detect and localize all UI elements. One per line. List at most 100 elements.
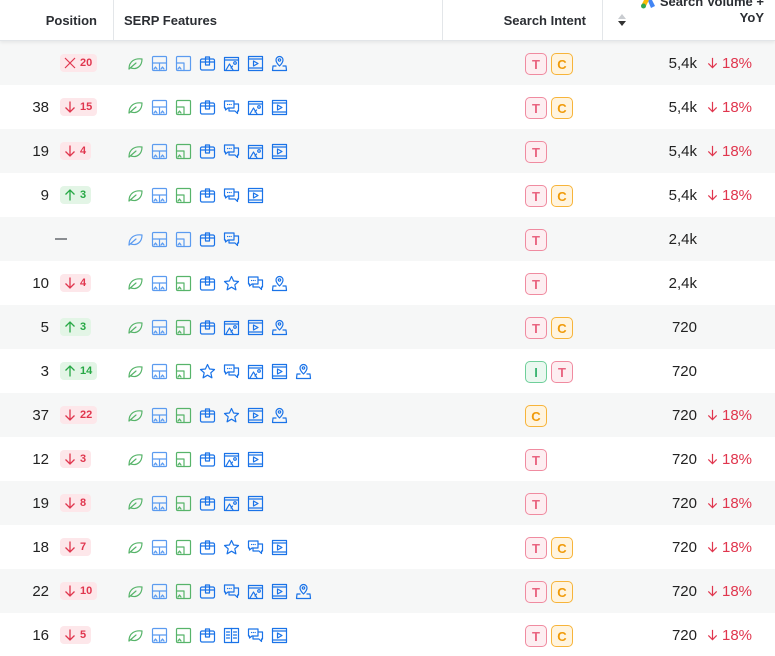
column-header-search-intent[interactable]: Search Intent — [443, 0, 586, 40]
people-also-ask-icon[interactable] — [223, 363, 240, 380]
featured-image-icon[interactable] — [175, 143, 192, 160]
featured-image-icon[interactable] — [175, 627, 192, 644]
featured-image-icon[interactable] — [175, 319, 192, 336]
video-icon[interactable] — [271, 627, 288, 644]
knowledge-box-icon[interactable] — [199, 55, 216, 72]
column-header-serp-features[interactable]: SERP Features — [124, 0, 217, 40]
featured-image-icon[interactable] — [175, 231, 192, 248]
table-row[interactable]: T 2,4k — [0, 217, 775, 261]
table-row[interactable]: 5 3 T C 720 — [0, 305, 775, 349]
video-icon[interactable] — [247, 495, 264, 512]
intent-badge-T[interactable]: T — [525, 97, 547, 119]
people-also-ask-icon[interactable] — [247, 275, 264, 292]
knowledge-box-icon[interactable] — [199, 451, 216, 468]
knowledge-box-icon[interactable] — [199, 319, 216, 336]
organic-leaf-icon[interactable] — [127, 99, 144, 116]
intent-badge-C[interactable]: C — [551, 185, 573, 207]
image-pack-icon[interactable] — [151, 275, 168, 292]
people-also-ask-icon[interactable] — [247, 539, 264, 556]
knowledge-box-icon[interactable] — [199, 143, 216, 160]
intent-badge-T[interactable]: T — [525, 317, 547, 339]
image-pack-icon[interactable] — [151, 99, 168, 116]
knowledge-panel-icon[interactable] — [223, 627, 240, 644]
table-row[interactable]: 22 10 T C 720 18% — [0, 569, 775, 613]
image-pack-icon[interactable] — [151, 583, 168, 600]
reviews-star-icon[interactable] — [199, 363, 216, 380]
intent-badge-C[interactable]: C — [551, 581, 573, 603]
local-pack-pin-icon[interactable] — [271, 319, 288, 336]
image-pack-icon[interactable] — [151, 143, 168, 160]
image-pack-icon[interactable] — [151, 187, 168, 204]
featured-image-icon[interactable] — [175, 99, 192, 116]
organic-leaf-icon[interactable] — [127, 627, 144, 644]
organic-leaf-icon[interactable] — [127, 539, 144, 556]
organic-leaf-icon[interactable] — [127, 583, 144, 600]
image-gallery-icon[interactable] — [247, 143, 264, 160]
organic-leaf-icon[interactable] — [127, 275, 144, 292]
intent-badge-T[interactable]: T — [525, 273, 547, 295]
table-row[interactable]: 38 15 T C 5,4k 18% — [0, 85, 775, 129]
column-header-search-volume[interactable]: Search Volume + YoY — [640, 0, 764, 30]
organic-leaf-icon[interactable] — [127, 319, 144, 336]
people-also-ask-icon[interactable] — [223, 231, 240, 248]
video-icon[interactable] — [247, 55, 264, 72]
intent-badge-T[interactable]: T — [525, 537, 547, 559]
featured-image-icon[interactable] — [175, 451, 192, 468]
image-pack-icon[interactable] — [151, 495, 168, 512]
table-row[interactable]: 9 3 T C 5,4k 18% — [0, 173, 775, 217]
knowledge-box-icon[interactable] — [199, 99, 216, 116]
table-row[interactable]: 19 4 T 5,4k 18% — [0, 129, 775, 173]
knowledge-box-icon[interactable] — [199, 539, 216, 556]
intent-badge-C[interactable]: C — [551, 53, 573, 75]
image-pack-icon[interactable] — [151, 55, 168, 72]
organic-leaf-icon[interactable] — [127, 407, 144, 424]
image-pack-icon[interactable] — [151, 407, 168, 424]
featured-image-icon[interactable] — [175, 275, 192, 292]
intent-badge-T[interactable]: T — [525, 229, 547, 251]
table-row[interactable]: 16 5 T C 720 18% — [0, 613, 775, 656]
people-also-ask-icon[interactable] — [223, 583, 240, 600]
table-row[interactable]: 19 8 T 720 18% — [0, 481, 775, 525]
intent-badge-T[interactable]: T — [525, 185, 547, 207]
featured-image-icon[interactable] — [175, 55, 192, 72]
image-gallery-icon[interactable] — [223, 451, 240, 468]
table-row[interactable]: 10 4 T 2,4k — [0, 261, 775, 305]
video-icon[interactable] — [247, 407, 264, 424]
column-header-position[interactable]: Position — [0, 0, 97, 40]
intent-badge-T[interactable]: T — [551, 361, 573, 383]
knowledge-box-icon[interactable] — [199, 627, 216, 644]
image-pack-icon[interactable] — [151, 363, 168, 380]
intent-badge-T[interactable]: T — [525, 493, 547, 515]
video-icon[interactable] — [247, 319, 264, 336]
intent-badge-C[interactable]: C — [551, 317, 573, 339]
organic-leaf-icon[interactable] — [127, 231, 144, 248]
local-pack-pin-icon[interactable] — [295, 363, 312, 380]
featured-image-icon[interactable] — [175, 539, 192, 556]
reviews-star-icon[interactable] — [223, 407, 240, 424]
video-icon[interactable] — [247, 451, 264, 468]
intent-badge-C[interactable]: C — [551, 625, 573, 647]
intent-badge-T[interactable]: T — [525, 141, 547, 163]
local-pack-pin-icon[interactable] — [295, 583, 312, 600]
image-pack-icon[interactable] — [151, 627, 168, 644]
featured-image-icon[interactable] — [175, 583, 192, 600]
table-row[interactable]: 37 22 C 720 18% — [0, 393, 775, 437]
local-pack-pin-icon[interactable] — [271, 275, 288, 292]
sort-descending-icon[interactable] — [612, 0, 632, 40]
intent-badge-C[interactable]: C — [551, 97, 573, 119]
image-pack-icon[interactable] — [151, 451, 168, 468]
intent-badge-C[interactable]: C — [551, 537, 573, 559]
featured-image-icon[interactable] — [175, 363, 192, 380]
intent-badge-T[interactable]: T — [525, 53, 547, 75]
image-gallery-icon[interactable] — [247, 99, 264, 116]
people-also-ask-icon[interactable] — [223, 143, 240, 160]
organic-leaf-icon[interactable] — [127, 143, 144, 160]
image-gallery-icon[interactable] — [223, 495, 240, 512]
knowledge-box-icon[interactable] — [199, 187, 216, 204]
image-pack-icon[interactable] — [151, 231, 168, 248]
video-icon[interactable] — [247, 187, 264, 204]
knowledge-box-icon[interactable] — [199, 495, 216, 512]
intent-badge-T[interactable]: T — [525, 449, 547, 471]
image-pack-icon[interactable] — [151, 539, 168, 556]
table-row[interactable]: 20 T C 5,4k 18% — [0, 41, 775, 85]
